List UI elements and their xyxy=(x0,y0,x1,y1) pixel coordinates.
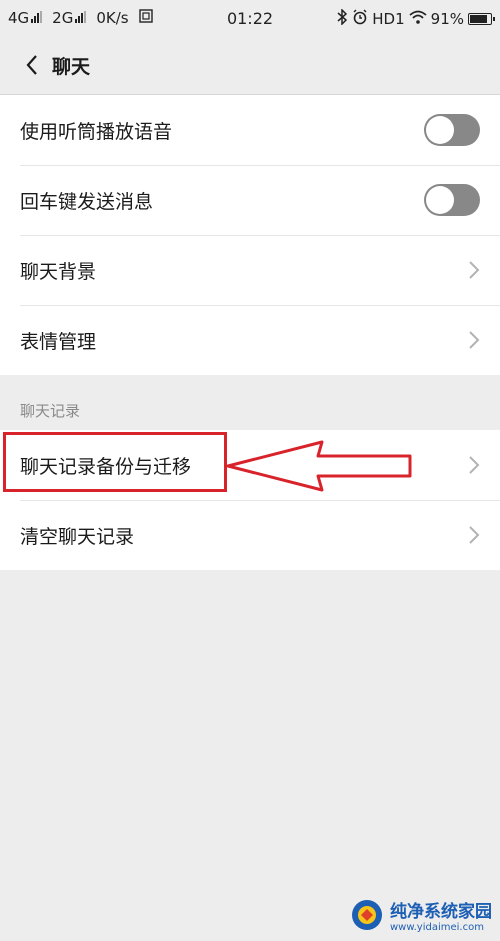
chevron-right-icon xyxy=(469,526,480,544)
status-right: HD1 91% xyxy=(336,8,495,29)
earpiece-toggle[interactable] xyxy=(424,114,480,146)
bluetooth-icon xyxy=(336,8,348,29)
toggle-knob xyxy=(426,116,454,144)
annotation-arrow-icon xyxy=(226,440,412,492)
hd-label: HD1 xyxy=(372,10,405,28)
row-label: 使用听筒播放语音 xyxy=(20,120,173,143)
battery-icon xyxy=(468,13,495,25)
row-label: 表情管理 xyxy=(20,330,97,353)
row-label: 回车键发送消息 xyxy=(20,190,154,213)
wifi-icon xyxy=(409,10,427,28)
highlight-box xyxy=(3,432,227,492)
settings-row-sticker-management[interactable]: 表情管理 xyxy=(0,305,500,375)
section-title-chat-history: 聊天记录 xyxy=(20,402,81,420)
chevron-right-icon xyxy=(469,456,480,474)
chevron-left-icon xyxy=(26,55,37,75)
watermark-logo-icon xyxy=(352,900,382,930)
row-label: 清空聊天记录 xyxy=(20,525,135,548)
chevron-right-icon xyxy=(469,331,480,349)
settings-group: 使用听筒播放语音 回车键发送消息 聊天背景 表情管理 xyxy=(0,95,500,375)
chevron-right-icon xyxy=(469,261,480,279)
settings-row-chat-background[interactable]: 聊天背景 xyxy=(0,235,500,305)
watermark-sub: www.yidaimei.com xyxy=(390,922,484,933)
battery-percent: 91% xyxy=(430,10,464,28)
status-bar: 4G 2G 0K/s 01:22 HD1 91% xyxy=(0,0,500,36)
settings-row-earpiece[interactable]: 使用听筒播放语音 xyxy=(0,95,500,165)
watermark-main: 纯净系统家园 xyxy=(390,902,492,922)
settings-row-enter-send[interactable]: 回车键发送消息 xyxy=(0,165,500,235)
alarm-icon xyxy=(352,9,368,29)
row-label: 聊天背景 xyxy=(20,260,97,283)
back-button[interactable] xyxy=(12,36,52,94)
toggle-knob xyxy=(426,186,454,214)
watermark-text: 纯净系统家园 www.yidaimei.com xyxy=(390,897,492,933)
watermark: 纯净系统家园 www.yidaimei.com xyxy=(350,897,492,933)
enter-send-toggle[interactable] xyxy=(424,184,480,216)
battery-fill xyxy=(470,15,487,23)
page-title: 聊天 xyxy=(52,55,91,78)
settings-row-clear-history[interactable]: 清空聊天记录 xyxy=(0,500,500,570)
nav-header: 聊天 xyxy=(0,36,500,95)
